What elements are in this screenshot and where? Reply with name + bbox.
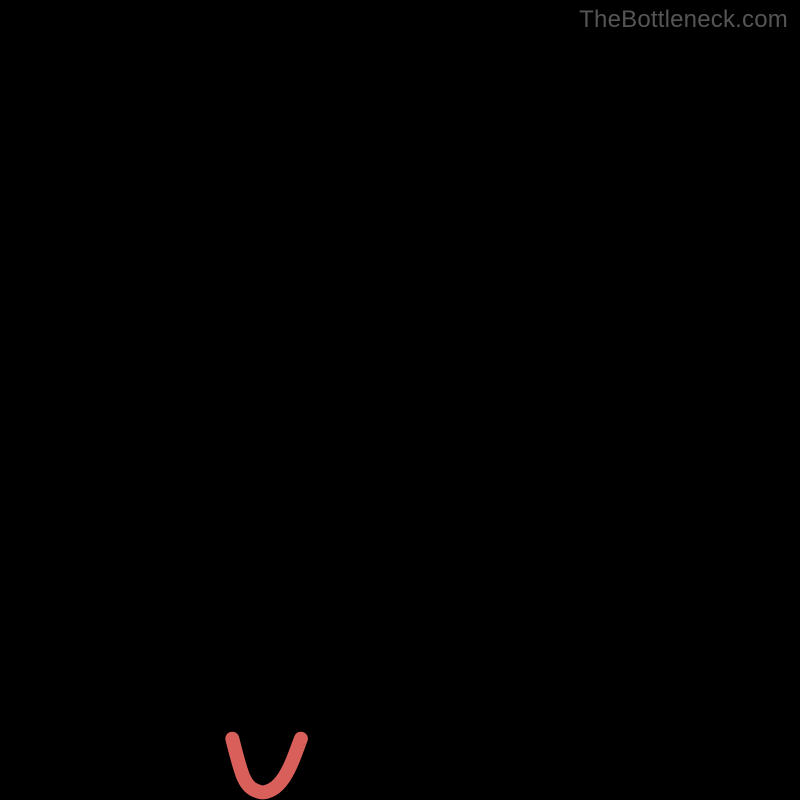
watermark-text: TheBottleneck.com	[579, 6, 788, 34]
bottleneck-chart	[0, 0, 800, 800]
frame-border	[0, 0, 38, 800]
chart-frame: TheBottleneck.com	[0, 0, 800, 800]
plot-background	[38, 34, 800, 800]
